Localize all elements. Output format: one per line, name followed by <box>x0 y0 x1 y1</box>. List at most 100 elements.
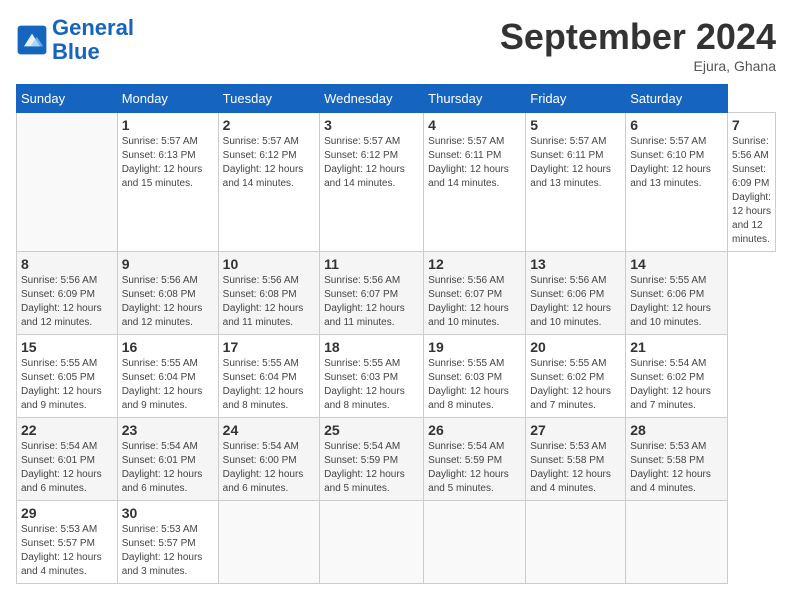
day-cell: 21 Sunrise: 5:54 AMSunset: 6:02 PMDayligh… <box>626 335 728 418</box>
logo-line2: Blue <box>52 39 100 64</box>
day-number: 4 <box>428 117 521 133</box>
column-header-sunday: Sunday <box>17 85 118 113</box>
week-row-2: 8Sunrise: 5:56 AMSunset: 6:09 PMDaylight… <box>17 252 776 335</box>
day-number: 2 <box>223 117 315 133</box>
day-cell: 23 Sunrise: 5:54 AMSunset: 6:01 PMDayligh… <box>117 418 218 501</box>
day-cell <box>320 501 424 584</box>
day-info: Sunrise: 5:54 AMSunset: 6:02 PMDaylight:… <box>630 357 723 413</box>
day-cell: 26 Sunrise: 5:54 AMSunset: 5:59 PMDayligh… <box>424 418 526 501</box>
day-cell: 18Sunrise: 5:55 AMSunset: 6:03 PMDayligh… <box>320 335 424 418</box>
day-number: 16 <box>122 339 214 355</box>
day-number: 13 <box>530 256 621 272</box>
day-info: Sunrise: 5:57 AMSunset: 6:10 PMDaylight:… <box>630 135 723 191</box>
day-number: 5 <box>530 117 621 133</box>
day-number: 1 <box>122 117 214 133</box>
day-info: Sunrise: 5:56 AMSunset: 6:07 PMDaylight:… <box>324 274 419 330</box>
day-cell: 12 Sunrise: 5:56 AMSunset: 6:07 PMDayligh… <box>424 252 526 335</box>
day-number: 25 <box>324 422 419 438</box>
day-info: Sunrise: 5:53 AMSunset: 5:58 PMDaylight:… <box>530 440 621 496</box>
day-cell: 29 Sunrise: 5:53 AMSunset: 5:57 PMDayligh… <box>17 501 118 584</box>
day-cell <box>424 501 526 584</box>
day-cell: 10 Sunrise: 5:56 AMSunset: 6:08 PMDayligh… <box>218 252 319 335</box>
day-number: 17 <box>223 339 315 355</box>
day-info: Sunrise: 5:54 AMSunset: 6:01 PMDaylight:… <box>122 440 214 496</box>
day-cell: 22 Sunrise: 5:54 AMSunset: 6:01 PMDayligh… <box>17 418 118 501</box>
day-number: 10 <box>223 256 315 272</box>
day-info: Sunrise: 5:57 AMSunset: 6:12 PMDaylight:… <box>324 135 419 191</box>
day-info: Sunrise: 5:56 AMSunset: 6:09 PMDaylight:… <box>732 135 771 247</box>
week-row-4: 22 Sunrise: 5:54 AMSunset: 6:01 PMDayligh… <box>17 418 776 501</box>
day-cell <box>626 501 728 584</box>
day-cell: 28Sunrise: 5:53 AMSunset: 5:58 PMDayligh… <box>626 418 728 501</box>
logo: General Blue <box>16 16 134 64</box>
day-info: Sunrise: 5:56 AMSunset: 6:07 PMDaylight:… <box>428 274 521 330</box>
day-cell: 4 Sunrise: 5:57 AMSunset: 6:11 PMDaylight… <box>424 113 526 252</box>
day-number: 19 <box>428 339 521 355</box>
day-number: 29 <box>21 505 113 521</box>
day-info: Sunrise: 5:54 AMSunset: 5:59 PMDaylight:… <box>428 440 521 496</box>
day-number: 26 <box>428 422 521 438</box>
day-info: Sunrise: 5:55 AMSunset: 6:05 PMDaylight:… <box>21 357 113 413</box>
day-info: Sunrise: 5:54 AMSunset: 6:01 PMDaylight:… <box>21 440 113 496</box>
column-header-saturday: Saturday <box>626 85 728 113</box>
day-number: 12 <box>428 256 521 272</box>
day-info: Sunrise: 5:57 AMSunset: 6:11 PMDaylight:… <box>428 135 521 191</box>
month-title: September 2024 <box>500 16 776 58</box>
day-cell: 6 Sunrise: 5:57 AMSunset: 6:10 PMDaylight… <box>626 113 728 252</box>
day-number: 15 <box>21 339 113 355</box>
day-number: 18 <box>324 339 419 355</box>
day-number: 6 <box>630 117 723 133</box>
day-number: 9 <box>122 256 214 272</box>
logo-text: General Blue <box>52 16 134 64</box>
column-header-friday: Friday <box>526 85 626 113</box>
day-number: 28 <box>630 422 723 438</box>
day-info: Sunrise: 5:57 AMSunset: 6:11 PMDaylight:… <box>530 135 621 191</box>
title-area: September 2024 Ejura, Ghana <box>500 16 776 74</box>
day-cell: 27 Sunrise: 5:53 AMSunset: 5:58 PMDayligh… <box>526 418 626 501</box>
day-cell: 25 Sunrise: 5:54 AMSunset: 5:59 PMDayligh… <box>320 418 424 501</box>
day-cell: 30Sunrise: 5:53 AMSunset: 5:57 PMDayligh… <box>117 501 218 584</box>
day-info: Sunrise: 5:56 AMSunset: 6:08 PMDaylight:… <box>223 274 315 330</box>
logo-line1: General <box>52 15 134 40</box>
day-cell: 7 Sunrise: 5:56 AMSunset: 6:09 PMDaylight… <box>728 113 776 252</box>
column-header-thursday: Thursday <box>424 85 526 113</box>
column-header-monday: Monday <box>117 85 218 113</box>
day-info: Sunrise: 5:55 AMSunset: 6:04 PMDaylight:… <box>223 357 315 413</box>
day-info: Sunrise: 5:57 AMSunset: 6:12 PMDaylight:… <box>223 135 315 191</box>
day-cell: 5 Sunrise: 5:57 AMSunset: 6:11 PMDaylight… <box>526 113 626 252</box>
day-number: 7 <box>732 117 771 133</box>
day-cell: 3 Sunrise: 5:57 AMSunset: 6:12 PMDaylight… <box>320 113 424 252</box>
day-number: 22 <box>21 422 113 438</box>
day-number: 14 <box>630 256 723 272</box>
day-info: Sunrise: 5:56 AMSunset: 6:08 PMDaylight:… <box>122 274 214 330</box>
day-number: 23 <box>122 422 214 438</box>
day-info: Sunrise: 5:54 AMSunset: 5:59 PMDaylight:… <box>324 440 419 496</box>
day-info: Sunrise: 5:53 AMSunset: 5:57 PMDaylight:… <box>21 523 113 579</box>
day-cell <box>218 501 319 584</box>
day-number: 20 <box>530 339 621 355</box>
day-cell: 24Sunrise: 5:54 AMSunset: 6:00 PMDayligh… <box>218 418 319 501</box>
day-cell: 8Sunrise: 5:56 AMSunset: 6:09 PMDaylight… <box>17 252 118 335</box>
day-number: 11 <box>324 256 419 272</box>
day-info: Sunrise: 5:55 AMSunset: 6:04 PMDaylight:… <box>122 357 214 413</box>
day-number: 3 <box>324 117 419 133</box>
column-header-wednesday: Wednesday <box>320 85 424 113</box>
day-number: 27 <box>530 422 621 438</box>
day-info: Sunrise: 5:55 AMSunset: 6:03 PMDaylight:… <box>428 357 521 413</box>
day-cell: 20 Sunrise: 5:55 AMSunset: 6:02 PMDayligh… <box>526 335 626 418</box>
location: Ejura, Ghana <box>500 58 776 74</box>
day-info: Sunrise: 5:54 AMSunset: 6:00 PMDaylight:… <box>223 440 315 496</box>
day-cell: 2 Sunrise: 5:57 AMSunset: 6:12 PMDaylight… <box>218 113 319 252</box>
day-cell: 16 Sunrise: 5:55 AMSunset: 6:04 PMDayligh… <box>117 335 218 418</box>
day-cell: 1Sunrise: 5:57 AMSunset: 6:13 PMDaylight… <box>117 113 218 252</box>
day-info: Sunrise: 5:56 AMSunset: 6:09 PMDaylight:… <box>21 274 113 330</box>
day-cell: 17 Sunrise: 5:55 AMSunset: 6:04 PMDayligh… <box>218 335 319 418</box>
day-cell: 15 Sunrise: 5:55 AMSunset: 6:05 PMDayligh… <box>17 335 118 418</box>
day-cell: 19 Sunrise: 5:55 AMSunset: 6:03 PMDayligh… <box>424 335 526 418</box>
day-info: Sunrise: 5:55 AMSunset: 6:02 PMDaylight:… <box>530 357 621 413</box>
day-cell: 14Sunrise: 5:55 AMSunset: 6:06 PMDayligh… <box>626 252 728 335</box>
empty-cell <box>17 113 118 252</box>
day-number: 21 <box>630 339 723 355</box>
column-header-tuesday: Tuesday <box>218 85 319 113</box>
calendar-table: SundayMondayTuesdayWednesdayThursdayFrid… <box>16 84 776 584</box>
